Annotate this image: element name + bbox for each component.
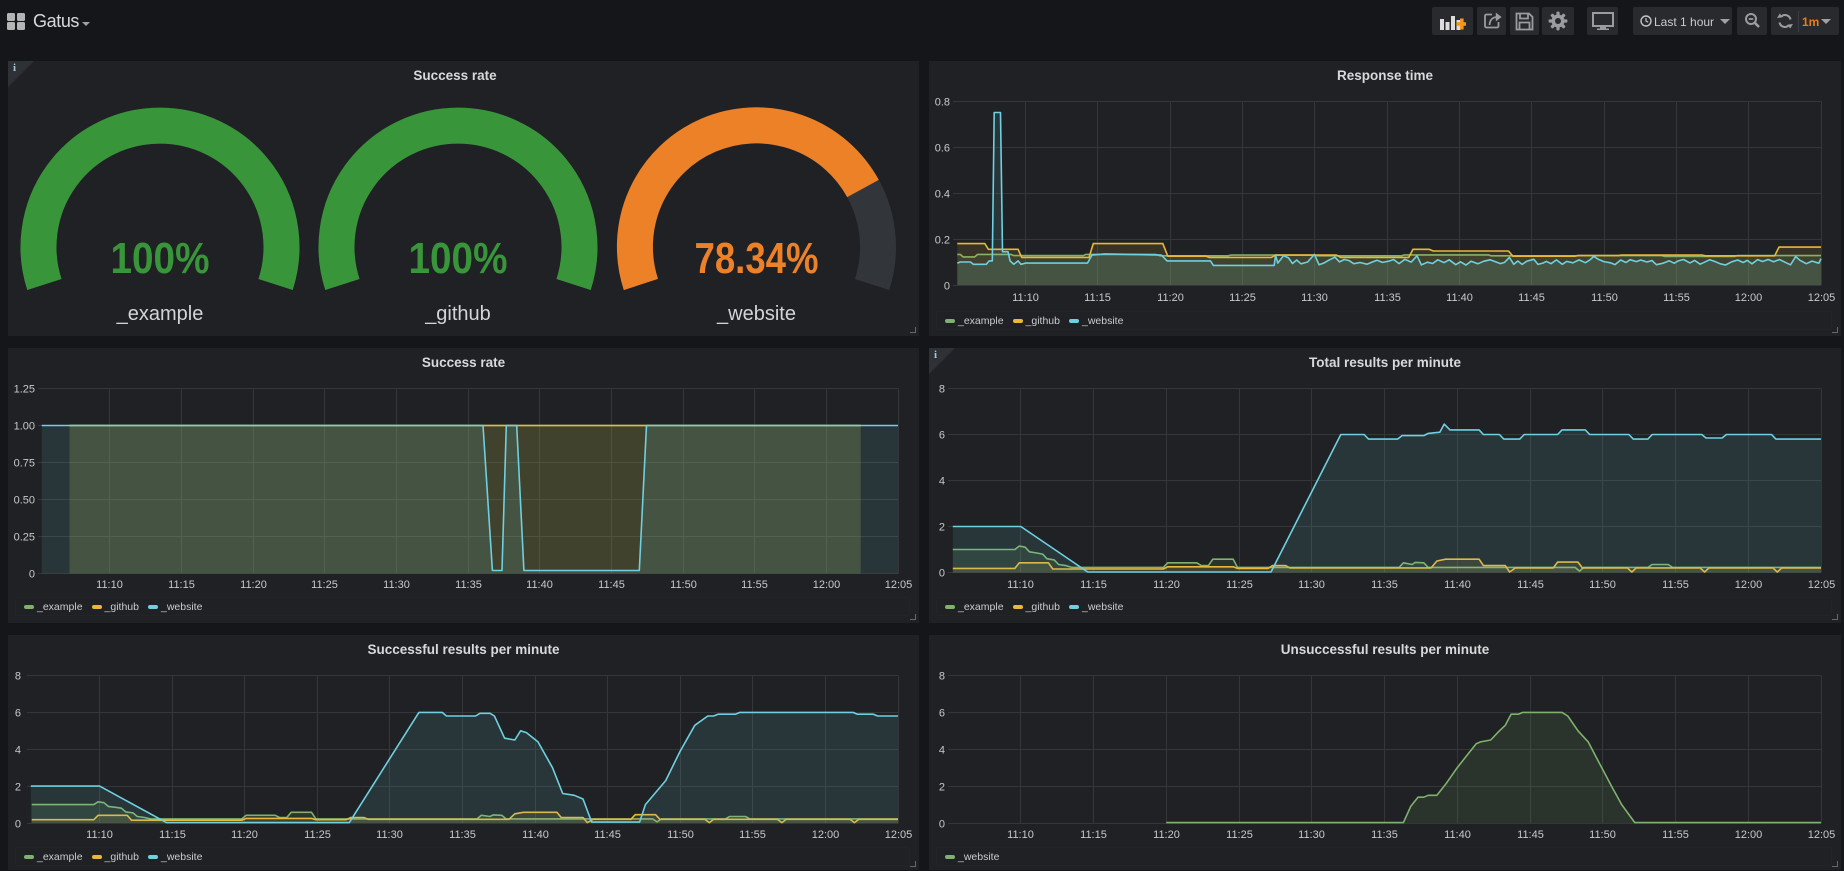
svg-text:12:00: 12:00 <box>1735 829 1763 841</box>
svg-text:11:25: 11:25 <box>1229 292 1256 304</box>
svg-text:11:20: 11:20 <box>1157 292 1184 304</box>
svg-text:1.00: 1.00 <box>14 421 35 433</box>
svg-text:100%: 100% <box>111 234 210 283</box>
svg-text:0.25: 0.25 <box>14 532 35 544</box>
svg-text:0.50: 0.50 <box>14 495 35 507</box>
svg-text:11:45: 11:45 <box>594 829 621 841</box>
svg-text:11:25: 11:25 <box>304 829 331 841</box>
svg-text:11:55: 11:55 <box>741 579 768 591</box>
svg-text:11:25: 11:25 <box>311 579 338 591</box>
svg-text:11:40: 11:40 <box>1444 829 1471 841</box>
svg-text:8: 8 <box>939 384 945 396</box>
svg-text:11:35: 11:35 <box>449 829 476 841</box>
svg-text:11:20: 11:20 <box>1153 829 1180 841</box>
svg-text:11:35: 11:35 <box>1371 829 1398 841</box>
svg-text:11:50: 11:50 <box>670 579 697 591</box>
svg-text:1.25: 1.25 <box>14 384 35 396</box>
svg-text:11:30: 11:30 <box>1298 579 1325 591</box>
svg-text:11:20: 11:20 <box>240 579 267 591</box>
svg-text:11:15: 11:15 <box>1080 579 1107 591</box>
svg-text:11:10: 11:10 <box>1012 292 1039 304</box>
svg-text:_github: _github <box>424 303 491 325</box>
svg-text:4: 4 <box>939 745 945 757</box>
svg-text:11:50: 11:50 <box>1589 829 1616 841</box>
svg-text:11:30: 11:30 <box>1301 292 1328 304</box>
svg-text:11:45: 11:45 <box>1517 579 1544 591</box>
svg-text:0.4: 0.4 <box>935 189 950 201</box>
svg-text:11:10: 11:10 <box>1007 579 1034 591</box>
svg-text:4: 4 <box>939 476 945 488</box>
svg-text:2: 2 <box>939 782 945 794</box>
svg-text:8: 8 <box>939 671 945 683</box>
svg-text:11:40: 11:40 <box>1446 292 1473 304</box>
svg-text:0: 0 <box>944 281 950 293</box>
svg-text:0.6: 0.6 <box>935 143 950 155</box>
svg-text:78.34%: 78.34% <box>695 234 819 283</box>
svg-text:11:20: 11:20 <box>231 829 258 841</box>
svg-text:12:00: 12:00 <box>812 829 840 841</box>
svg-text:0: 0 <box>15 819 21 831</box>
svg-text:11:30: 11:30 <box>1298 829 1325 841</box>
svg-text:0.75: 0.75 <box>14 458 35 470</box>
svg-text:12:05: 12:05 <box>885 829 913 841</box>
svg-text:11:50: 11:50 <box>667 829 694 841</box>
svg-text:12:00: 12:00 <box>1735 579 1763 591</box>
svg-text:100%: 100% <box>409 234 508 283</box>
svg-text:11:25: 11:25 <box>1226 579 1253 591</box>
svg-text:11:50: 11:50 <box>1589 579 1616 591</box>
svg-text:11:35: 11:35 <box>1374 292 1401 304</box>
svg-text:11:40: 11:40 <box>526 579 553 591</box>
svg-text:0.2: 0.2 <box>935 235 950 247</box>
svg-text:4: 4 <box>15 745 21 757</box>
svg-text:0: 0 <box>29 569 35 581</box>
svg-text:12:05: 12:05 <box>1808 292 1836 304</box>
svg-text:11:20: 11:20 <box>1153 579 1180 591</box>
svg-text:11:30: 11:30 <box>383 579 410 591</box>
svg-text:_example: _example <box>116 303 204 325</box>
svg-text:11:45: 11:45 <box>1517 829 1544 841</box>
svg-text:11:35: 11:35 <box>1371 579 1398 591</box>
svg-text:_website: _website <box>716 303 796 325</box>
svg-text:12:00: 12:00 <box>813 579 841 591</box>
svg-text:0: 0 <box>939 819 945 831</box>
svg-text:11:10: 11:10 <box>86 829 113 841</box>
svg-text:11:15: 11:15 <box>159 829 186 841</box>
svg-text:11:55: 11:55 <box>1663 292 1690 304</box>
svg-text:6: 6 <box>939 708 945 720</box>
svg-text:11:10: 11:10 <box>96 579 123 591</box>
svg-text:11:50: 11:50 <box>1591 292 1618 304</box>
svg-text:11:15: 11:15 <box>1080 829 1107 841</box>
svg-text:6: 6 <box>939 430 945 442</box>
svg-text:11:55: 11:55 <box>1662 829 1689 841</box>
svg-text:11:30: 11:30 <box>376 829 403 841</box>
svg-text:11:45: 11:45 <box>1518 292 1545 304</box>
svg-text:11:45: 11:45 <box>598 579 625 591</box>
svg-text:8: 8 <box>15 671 21 683</box>
svg-text:11:55: 11:55 <box>739 829 766 841</box>
svg-text:2: 2 <box>15 782 21 794</box>
svg-text:12:00: 12:00 <box>1735 292 1763 304</box>
svg-text:11:40: 11:40 <box>1444 579 1471 591</box>
svg-text:11:25: 11:25 <box>1226 829 1253 841</box>
svg-text:12:05: 12:05 <box>1808 829 1836 841</box>
svg-text:11:15: 11:15 <box>168 579 195 591</box>
svg-text:11:35: 11:35 <box>455 579 482 591</box>
svg-text:11:15: 11:15 <box>1084 292 1111 304</box>
svg-text:12:05: 12:05 <box>1808 579 1836 591</box>
svg-text:12:05: 12:05 <box>885 579 913 591</box>
svg-text:11:55: 11:55 <box>1662 579 1689 591</box>
svg-text:0: 0 <box>939 568 945 580</box>
svg-text:6: 6 <box>15 708 21 720</box>
svg-text:0.8: 0.8 <box>935 97 950 109</box>
svg-text:11:10: 11:10 <box>1007 829 1034 841</box>
svg-text:11:40: 11:40 <box>522 829 549 841</box>
svg-text:2: 2 <box>939 522 945 534</box>
